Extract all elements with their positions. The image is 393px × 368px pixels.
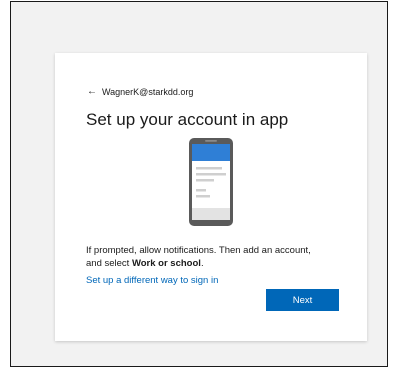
- window-frame: ← WagnerK@starkdd.org Set up your accoun…: [10, 1, 388, 367]
- next-button[interactable]: Next: [266, 289, 339, 311]
- instructions-text: If prompted, allow notifications. Then a…: [86, 244, 326, 270]
- smartphone-illustration: [189, 138, 233, 226]
- phone-footer: [192, 208, 230, 220]
- setup-card: ← WagnerK@starkdd.org Set up your accoun…: [55, 53, 367, 341]
- account-back-row: ← WagnerK@starkdd.org: [87, 86, 193, 97]
- instructions-bold: Work or school: [131, 258, 201, 269]
- phone-text-line: [196, 189, 206, 192]
- phone-text-line: [196, 195, 210, 198]
- account-email: WagnerK@starkdd.org: [102, 86, 194, 97]
- phone-text-line: [196, 173, 226, 176]
- different-sign-in-link[interactable]: Set up a different way to sign in: [86, 275, 218, 286]
- phone-text-line: [196, 167, 222, 170]
- phone-text-line: [196, 179, 214, 182]
- page-title: Set up your account in app: [86, 110, 289, 129]
- phone-speaker: [205, 140, 217, 142]
- phone-screen-header: [192, 144, 230, 161]
- instructions-text-after: .: [200, 258, 204, 269]
- arrow-left-icon[interactable]: ←: [87, 86, 97, 97]
